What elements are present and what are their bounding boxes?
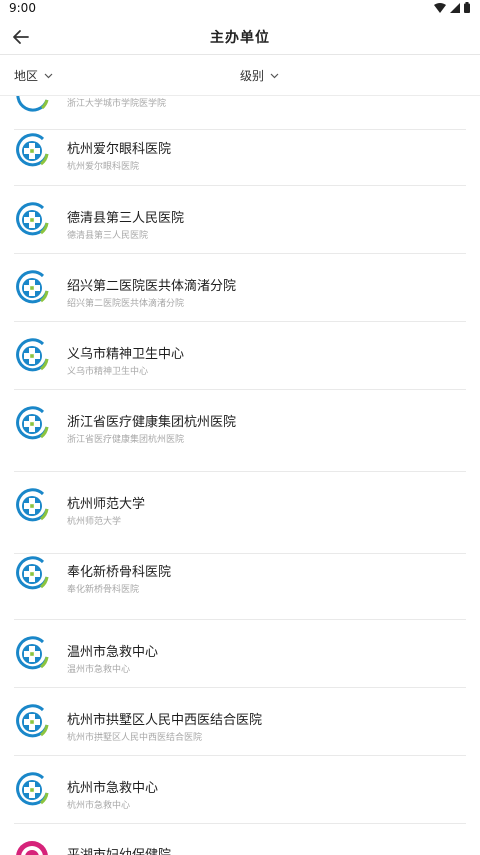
list-item-subtitle: 奉化新桥骨科医院: [67, 585, 140, 595]
list-item-name: 浙江省医疗健康集团杭州医院: [67, 415, 237, 430]
list-item[interactable]: 温州市急救中心 温州市急救中心: [14, 620, 466, 688]
list-item-subtitle: 德清县第三人民医院: [67, 231, 149, 241]
list-item-subtitle: 浙江大学城市学院医学院: [67, 99, 167, 109]
list-item-subtitle: 杭州爱尔眼科医院: [67, 162, 140, 172]
page-title: 主办单位: [210, 30, 270, 46]
list-item-subtitle: 义乌市精神卫生中心: [67, 367, 149, 377]
hospital-seal-logo-icon: [14, 839, 50, 855]
hospital-cross-logo-icon: [14, 96, 50, 114]
hospital-cross-logo-icon: [14, 406, 50, 442]
hospital-cross-logo-icon: [14, 772, 50, 808]
list-item-subtitle: 杭州市急救中心: [67, 801, 131, 811]
level-filter-label: 级别: [240, 69, 265, 83]
organizer-list: 浙江大学城市学院医学院 杭州爱尔眼科医院 杭州爱尔眼科医院 德清县第三人民医院 …: [0, 96, 480, 855]
list-item-subtitle: 温州市急救中心: [67, 665, 131, 675]
list-item-partial[interactable]: 浙江大学城市学院医学院: [14, 96, 466, 130]
hospital-cross-logo-icon: [14, 636, 50, 672]
list-item-subtitle: 杭州市拱墅区人民中西医结合医院: [67, 733, 203, 743]
app-bar: 主办单位: [0, 18, 480, 55]
hospital-cross-logo-icon: [14, 202, 50, 238]
list-item-name: 杭州爱尔眼科医院: [67, 142, 172, 157]
cell-signal-icon: [450, 2, 460, 13]
list-item[interactable]: 杭州市拱墅区人民中西医结合医院 杭州市拱墅区人民中西医结合医院: [14, 688, 466, 756]
list-item[interactable]: 杭州市急救中心 杭州市急救中心: [14, 756, 466, 824]
hospital-cross-logo-icon: [14, 133, 50, 169]
list-item-name: 义乌市精神卫生中心: [67, 347, 185, 362]
list-item[interactable]: 杭州师范大学 杭州师范大学: [14, 472, 466, 554]
list-item-name: 绍兴第二医院医共体滴渚分院: [67, 279, 237, 294]
list-item[interactable]: 绍兴第二医院医共体滴渚分院 绍兴第二医院医共体滴渚分院: [14, 254, 466, 322]
list-item-name: 温州市急救中心: [67, 645, 159, 660]
list-item-name: 杭州师范大学: [67, 497, 146, 512]
list-item-name: 奉化新桥骨科医院: [67, 565, 172, 580]
chevron-down-icon: [44, 73, 53, 78]
filter-bar: 地区 级别: [0, 55, 480, 96]
list-item[interactable]: 义乌市精神卫生中心 义乌市精神卫生中心: [14, 322, 466, 390]
hospital-cross-logo-icon: [14, 556, 50, 592]
list-item-name: 平湖市妇幼保健院: [67, 844, 171, 855]
status-bar: 9:00: [0, 0, 480, 18]
list-item[interactable]: 德清县第三人民医院 德清县第三人民医院: [14, 186, 466, 254]
status-time: 9:00: [9, 1, 36, 15]
list-item-subtitle: 绍兴第二医院医共体滴渚分院: [67, 299, 185, 309]
list-item[interactable]: 平湖市妇幼保健院: [14, 824, 466, 855]
status-icons: [434, 2, 470, 13]
list-item-name: 德清县第三人民医院: [67, 211, 185, 226]
list-item[interactable]: 杭州爱尔眼科医院 杭州爱尔眼科医院: [14, 130, 466, 186]
hospital-cross-logo-icon: [14, 270, 50, 306]
hospital-cross-logo-icon: [14, 338, 50, 374]
region-filter-label: 地区: [14, 69, 39, 83]
list-item-name: 杭州市急救中心: [67, 781, 159, 796]
list-item-subtitle: 杭州师范大学: [67, 517, 122, 527]
list-item[interactable]: 浙江省医疗健康集团杭州医院 浙江省医疗健康集团杭州医院: [14, 390, 466, 472]
hospital-cross-logo-icon: [14, 488, 50, 524]
list-item[interactable]: 奉化新桥骨科医院 奉化新桥骨科医院: [14, 554, 466, 620]
battery-icon: [464, 2, 470, 13]
list-item-name: 杭州市拱墅区人民中西医结合医院: [67, 713, 263, 728]
list-item-subtitle: 浙江省医疗健康集团杭州医院: [67, 435, 185, 445]
region-filter[interactable]: 地区: [14, 67, 53, 84]
hospital-cross-logo-icon: [14, 704, 50, 740]
level-filter[interactable]: 级别: [240, 67, 279, 84]
chevron-down-icon: [270, 73, 279, 78]
wifi-icon: [434, 2, 446, 13]
